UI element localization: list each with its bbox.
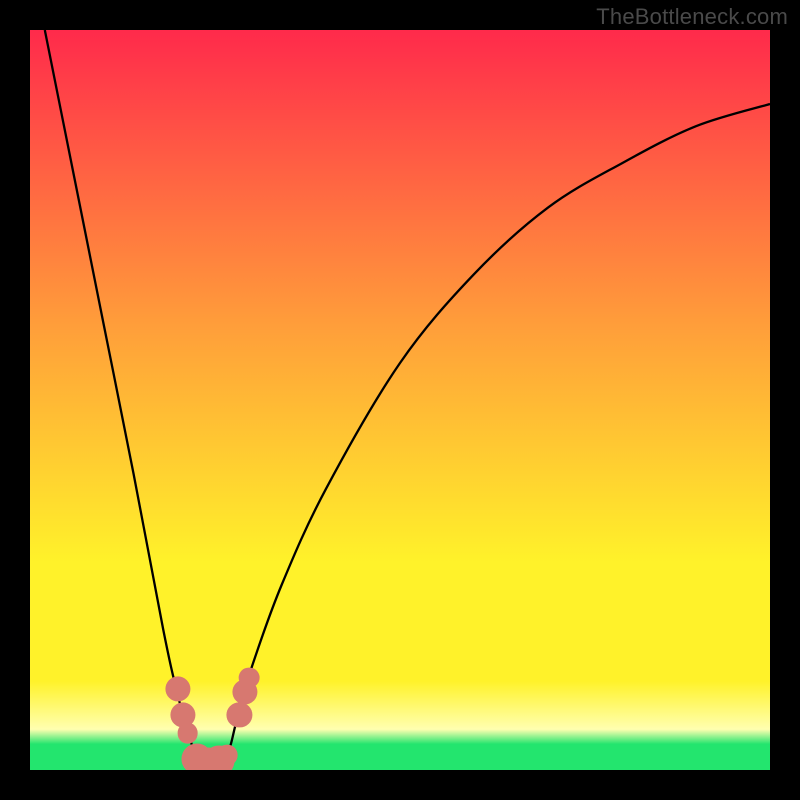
bottleneck-curve bbox=[30, 30, 770, 770]
data-bead bbox=[216, 745, 237, 766]
data-bead bbox=[177, 723, 198, 744]
data-bead bbox=[239, 667, 260, 688]
curve-path bbox=[45, 30, 770, 767]
watermark-text: TheBottleneck.com bbox=[596, 4, 788, 30]
plot-frame bbox=[30, 30, 770, 770]
